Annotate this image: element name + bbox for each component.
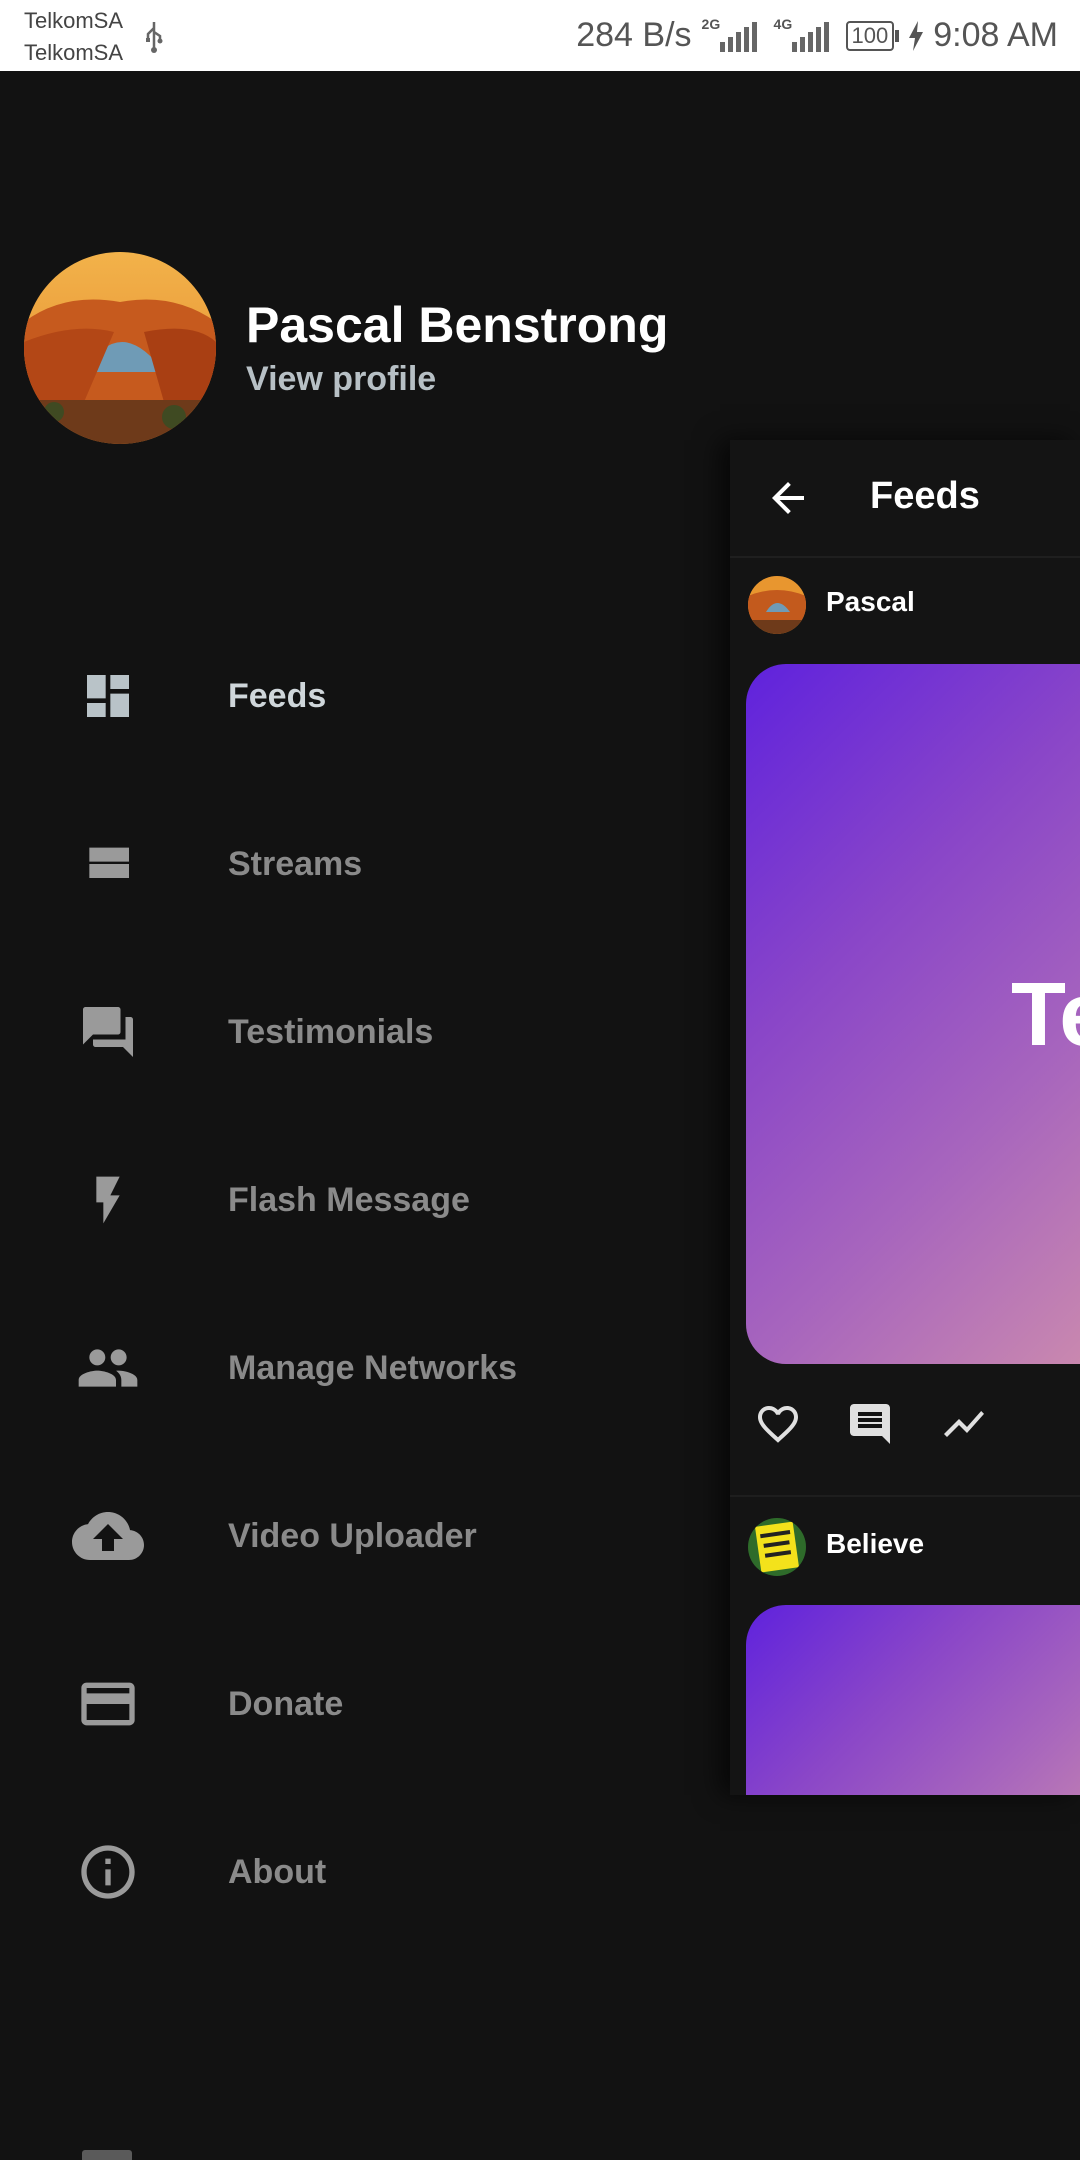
menu-item-feeds[interactable]: Feeds	[0, 641, 730, 751]
post-author-avatar[interactable]	[748, 1518, 806, 1576]
menu-item-video-uploader[interactable]: Video Uploader	[0, 1481, 730, 1591]
post-card-text: Te	[1011, 965, 1080, 1065]
battery-level: 100	[845, 20, 895, 51]
usb-icon	[146, 22, 163, 53]
menu-item-manage-networks[interactable]: Manage Networks	[0, 1313, 730, 1423]
menu-item-label: Testimonials	[228, 1012, 434, 1051]
post-author-avatar[interactable]	[748, 576, 806, 634]
heart-icon[interactable]	[754, 1400, 802, 1448]
carrier-name-1: TelkomSA	[24, 8, 124, 33]
signal-icon-4g: 4G	[774, 16, 836, 56]
cloud-upload-icon	[62, 1490, 154, 1582]
menu-item-about[interactable]: About	[0, 1817, 730, 1927]
menu-item-label: Flash Message	[228, 1180, 470, 1219]
network-type-1: 2G	[701, 15, 721, 32]
feeds-title: Feeds	[870, 475, 980, 517]
menu-item-donate[interactable]: Donate	[0, 1649, 730, 1759]
dashboard-icon	[62, 650, 154, 742]
menu-item-flash-message[interactable]: Flash Message	[0, 1145, 730, 1255]
status-bar: TelkomSA TelkomSA 284 B/s 2G 4G 100 9:08…	[0, 0, 1080, 71]
forum-icon	[62, 986, 154, 1078]
post-author-name: Believe	[826, 1528, 925, 1559]
menu-item-label: Feeds	[228, 676, 327, 715]
flash-icon	[62, 1154, 154, 1246]
network-type-2: 4G	[773, 15, 793, 32]
post-card[interactable]	[746, 1605, 1080, 1795]
back-arrow-icon[interactable]	[764, 474, 812, 522]
next-menu-item-icon	[82, 2150, 132, 2160]
carrier-name-2: TelkomSA	[24, 40, 124, 65]
post-header[interactable]: Believe	[730, 1504, 1080, 1594]
battery-icon: 100	[845, 20, 900, 51]
menu-item-label: Donate	[228, 1684, 344, 1723]
feeds-panel[interactable]: Feeds Pascal Te	[730, 440, 1080, 1795]
network-speed: 284 B/s	[576, 16, 692, 54]
post-header[interactable]: Pascal	[730, 562, 1080, 652]
trending-icon[interactable]	[940, 1400, 988, 1448]
clock: 9:08 AM	[933, 16, 1058, 54]
credit-card-icon	[62, 1658, 154, 1750]
menu-item-testimonials[interactable]: Testimonials	[0, 977, 730, 1087]
menu-item-label: Manage Networks	[228, 1348, 518, 1387]
info-icon	[62, 1826, 154, 1918]
profile-avatar[interactable]	[24, 252, 216, 444]
view-stream-icon	[62, 818, 154, 910]
signal-icon-2g: 2G	[702, 16, 764, 56]
menu-item-label: Streams	[228, 844, 363, 883]
people-icon	[62, 1322, 154, 1414]
post-actions	[730, 1380, 1080, 1470]
menu-item-label: About	[228, 1852, 327, 1891]
feeds-top-bar: Feeds	[730, 440, 1080, 558]
profile-name: Pascal Benstrong	[246, 297, 669, 353]
menu-item-streams[interactable]: Streams	[0, 809, 730, 919]
comment-icon[interactable]	[846, 1400, 894, 1448]
post-divider	[730, 1495, 1080, 1497]
post-author-name: Pascal	[826, 586, 915, 617]
charging-icon	[909, 20, 924, 51]
menu-item-label: Video Uploader	[228, 1516, 477, 1555]
post-card[interactable]: Te	[746, 664, 1080, 1364]
view-profile-link[interactable]: View profile	[246, 360, 436, 399]
